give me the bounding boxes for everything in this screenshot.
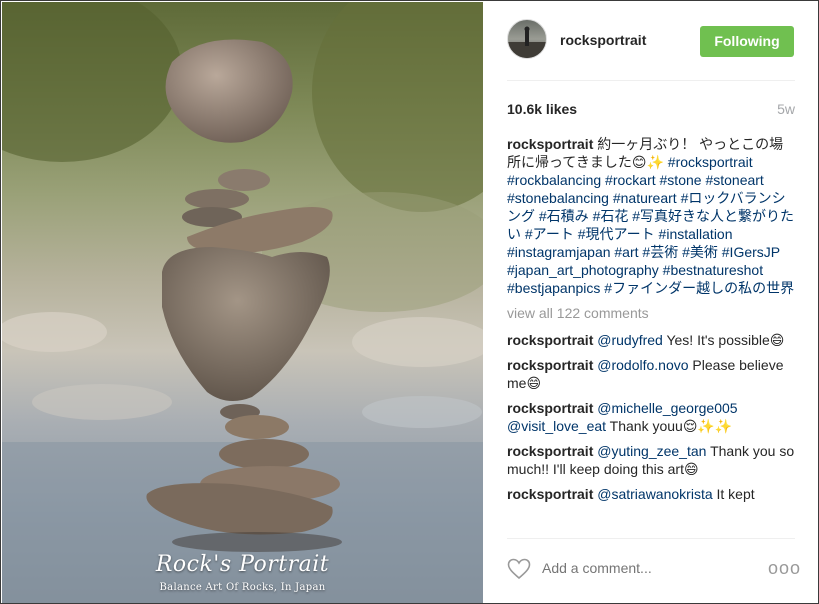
watermark-subtitle: Balance Art Of Rocks, In Japan: [159, 582, 326, 593]
comment-item: rocksportrait @rudyfred Yes! It's possib…: [507, 331, 797, 349]
comment-username[interactable]: rocksportrait: [507, 400, 593, 416]
add-comment-input[interactable]: [542, 560, 762, 576]
post-frame: Rock's Portrait Balance Art Of Rocks, In…: [0, 0, 819, 604]
comment-item: rocksportrait @yuting_zee_tan Thank you …: [507, 442, 797, 478]
comment-mention[interactable]: @satriawanokrista: [597, 486, 712, 502]
header-divider: [507, 80, 795, 81]
caption: rocksportrait 約一ヶ月ぶり！ やっとこの場所に帰ってきました😊✨ …: [507, 135, 797, 297]
comment-username[interactable]: rocksportrait: [507, 332, 593, 348]
photo-art: [2, 2, 483, 603]
post-photo[interactable]: Rock's Portrait Balance Art Of Rocks, In…: [2, 2, 483, 603]
comment-mention[interactable]: @yuting_zee_tan: [597, 443, 706, 459]
more-options-icon[interactable]: ooo: [768, 558, 801, 579]
comment-text: Yes! It's possible😄: [662, 332, 785, 348]
comment-item: rocksportrait @rodolfo.novo Please belie…: [507, 356, 797, 392]
comment-username[interactable]: rocksportrait: [507, 357, 593, 373]
post-age[interactable]: 5w: [777, 101, 795, 117]
comment-item: rocksportrait @michelle_george005 @visit…: [507, 399, 797, 435]
comments-list: rocksportrait 約一ヶ月ぶり！ やっとこの場所に帰ってきました😊✨ …: [507, 135, 797, 538]
avatar-image: [508, 26, 546, 58]
comment-text: Thank youu😌✨✨: [606, 418, 733, 434]
view-all-comments-link[interactable]: view all 122 comments: [507, 304, 797, 322]
comment-username[interactable]: rocksportrait: [507, 443, 593, 459]
comment-text: It kept: [712, 486, 755, 502]
post-header: rocksportrait Following: [483, 2, 818, 82]
post-sidebar: rocksportrait Following 10.6k likes 5w r…: [483, 2, 818, 603]
watermark-title: Rock's Portrait: [155, 552, 330, 577]
comment-mention[interactable]: @rudyfred: [597, 332, 663, 348]
header-username[interactable]: rocksportrait: [560, 32, 646, 48]
caption-username[interactable]: rocksportrait: [507, 136, 593, 152]
following-button[interactable]: Following: [700, 26, 794, 57]
heart-outline-icon[interactable]: [507, 558, 531, 580]
avatar[interactable]: [507, 19, 547, 59]
likes-count[interactable]: 10.6k likes: [507, 101, 577, 117]
caption-hashtags[interactable]: #rocksportrait #rockbalancing #rockart #…: [507, 154, 794, 296]
comment-mention[interactable]: @rodolfo.novo: [597, 357, 688, 373]
comment-bar: ooo: [483, 538, 818, 603]
comment-username[interactable]: rocksportrait: [507, 486, 593, 502]
comment-item: rocksportrait @satriawanokrista It kept: [507, 485, 797, 503]
